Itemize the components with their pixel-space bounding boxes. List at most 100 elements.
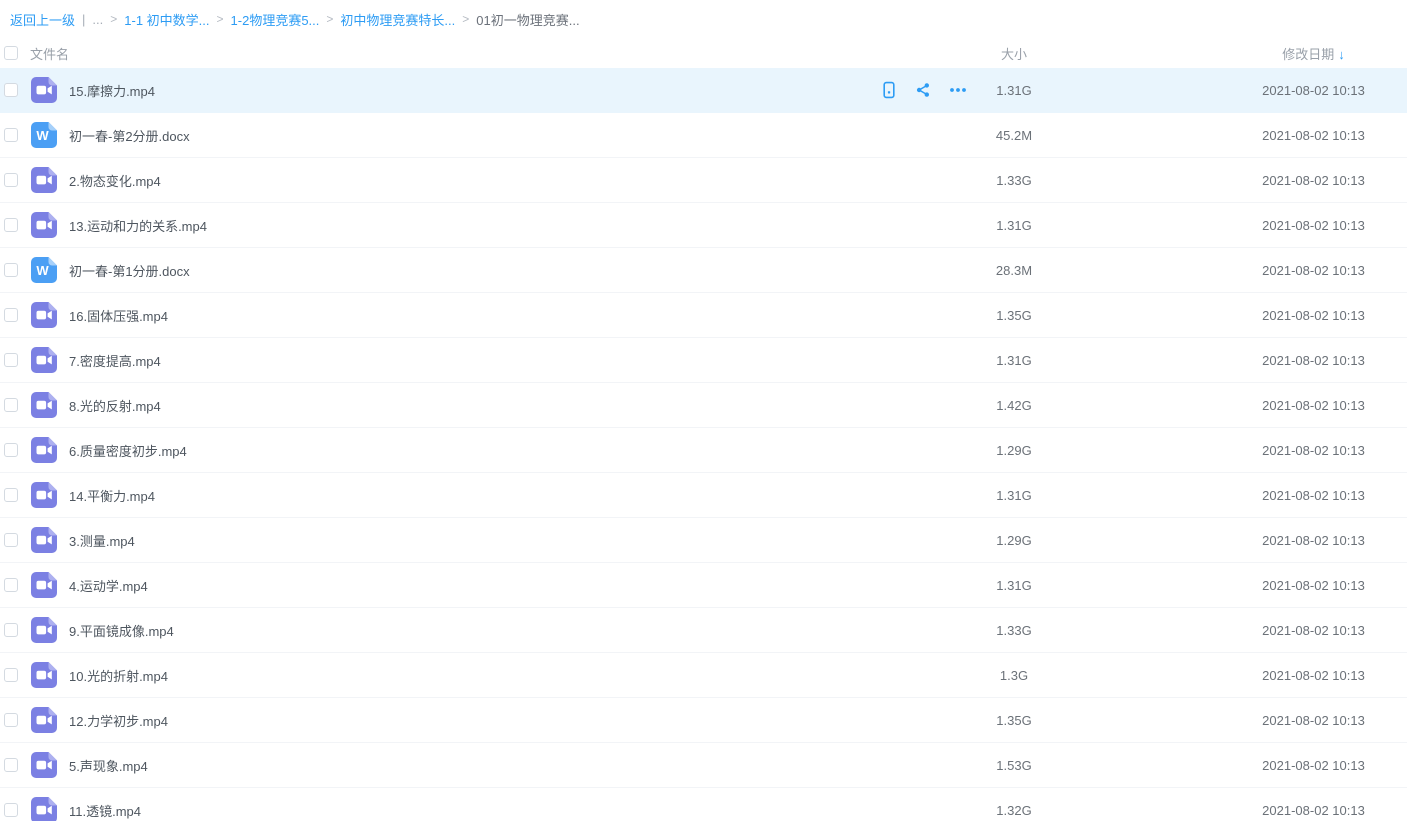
table-row[interactable]: W 4.运动学.mp4 bbox=[0, 563, 1407, 608]
table-row[interactable]: W 2.物态变化.mp4 bbox=[0, 158, 1407, 203]
row-checkbox[interactable] bbox=[4, 803, 18, 817]
video-file-icon bbox=[31, 482, 57, 508]
file-date: 2021-08-02 10:13 bbox=[1262, 712, 1365, 728]
file-size: 1.42G bbox=[996, 397, 1032, 413]
file-name-link[interactable]: 5.声现象.mp4 bbox=[69, 756, 148, 775]
file-size: 45.2M bbox=[995, 127, 1033, 143]
breadcrumb-separator: > bbox=[462, 12, 470, 26]
file-name-link[interactable]: 3.测量.mp4 bbox=[69, 531, 135, 550]
row-checkbox[interactable] bbox=[4, 173, 18, 187]
file-name-link[interactable]: 7.密度提高.mp4 bbox=[69, 351, 161, 370]
row-checkbox[interactable] bbox=[4, 668, 18, 682]
row-checkbox[interactable] bbox=[4, 218, 18, 232]
table-row[interactable]: W 初一春-第2分册.docx 45.2M 2021-08-02 10:13 bbox=[0, 113, 1407, 158]
file-name-link[interactable]: 13.运动和力的关系.mp4 bbox=[69, 216, 207, 235]
table-row[interactable]: W 10.光的折射.mp4 bbox=[0, 653, 1407, 698]
row-checkbox[interactable] bbox=[4, 128, 18, 142]
file-date: 2021-08-02 10:13 bbox=[1262, 487, 1365, 503]
file-date: 2021-08-02 10:13 bbox=[1262, 262, 1365, 278]
video-file-icon bbox=[31, 77, 57, 103]
file-name-link[interactable]: 初一春-第2分册.docx bbox=[69, 126, 190, 145]
file-date: 2021-08-02 10:13 bbox=[1262, 352, 1365, 368]
breadcrumb-link-2[interactable]: 1-2物理竞赛5... bbox=[231, 10, 320, 29]
back-to-parent-link[interactable]: 返回上一级 bbox=[10, 10, 75, 29]
device-icon bbox=[883, 81, 895, 99]
file-name-link[interactable]: 8.光的反射.mp4 bbox=[69, 396, 161, 415]
file-date: 2021-08-02 10:13 bbox=[1262, 172, 1365, 188]
share-icon bbox=[916, 83, 929, 97]
file-name-link[interactable]: 14.平衡力.mp4 bbox=[69, 486, 155, 505]
file-name-link[interactable]: 4.运动学.mp4 bbox=[69, 576, 148, 595]
file-name-link[interactable]: 10.光的折射.mp4 bbox=[69, 666, 168, 685]
file-size: 1.29G bbox=[996, 532, 1032, 548]
file-name-link[interactable]: 12.力学初步.mp4 bbox=[69, 711, 168, 730]
table-row[interactable]: W 9.平面镜成像.mp4 bbox=[0, 608, 1407, 653]
row-checkbox[interactable] bbox=[4, 398, 18, 412]
video-file-icon bbox=[31, 437, 57, 463]
file-name-link[interactable]: 6.质量密度初步.mp4 bbox=[69, 441, 187, 460]
file-date: 2021-08-02 10:13 bbox=[1262, 397, 1365, 413]
more-actions-button[interactable] bbox=[948, 81, 968, 99]
file-size: 1.32G bbox=[996, 802, 1032, 818]
video-file-icon bbox=[31, 707, 57, 733]
table-row[interactable]: W 7.密度提高.mp4 bbox=[0, 338, 1407, 383]
table-row[interactable]: W 15.摩擦力.mp4 bbox=[0, 68, 1407, 113]
row-checkbox[interactable] bbox=[4, 263, 18, 277]
send-to-device-button[interactable] bbox=[880, 81, 898, 99]
row-checkbox[interactable] bbox=[4, 83, 18, 97]
column-header-filename: 文件名 bbox=[30, 46, 70, 62]
breadcrumb-ellipsis[interactable]: ... bbox=[92, 12, 103, 27]
file-name-link[interactable]: 16.固体压强.mp4 bbox=[69, 306, 168, 325]
file-size: 1.3G bbox=[999, 667, 1029, 683]
file-name-link[interactable]: 9.平面镜成像.mp4 bbox=[69, 621, 174, 640]
more-icon bbox=[950, 88, 966, 92]
row-hover-actions bbox=[880, 81, 972, 99]
table-row[interactable]: W 11.透镜.mp4 bbox=[0, 788, 1407, 821]
file-size: 1.33G bbox=[996, 172, 1032, 188]
file-name-link[interactable]: 初一春-第1分册.docx bbox=[69, 261, 190, 280]
row-checkbox[interactable] bbox=[4, 623, 18, 637]
file-date: 2021-08-02 10:13 bbox=[1262, 802, 1365, 818]
file-name-link[interactable]: 11.透镜.mp4 bbox=[69, 801, 141, 820]
row-checkbox[interactable] bbox=[4, 353, 18, 367]
file-size: 28.3M bbox=[995, 262, 1033, 278]
row-checkbox[interactable] bbox=[4, 713, 18, 727]
file-size: 1.33G bbox=[996, 622, 1032, 638]
table-row[interactable]: W 12.力学初步.mp4 bbox=[0, 698, 1407, 743]
video-file-icon bbox=[31, 212, 57, 238]
row-checkbox[interactable] bbox=[4, 533, 18, 547]
file-date: 2021-08-02 10:13 bbox=[1262, 82, 1365, 98]
row-checkbox[interactable] bbox=[4, 443, 18, 457]
breadcrumb-separator: > bbox=[110, 12, 118, 26]
table-row[interactable]: W 6.质量密度初步.mp4 bbox=[0, 428, 1407, 473]
select-all-checkbox[interactable] bbox=[4, 46, 18, 60]
row-checkbox[interactable] bbox=[4, 308, 18, 322]
video-file-icon bbox=[31, 347, 57, 373]
share-button[interactable] bbox=[914, 81, 932, 99]
table-row[interactable]: W 14.平衡力.mp4 bbox=[0, 473, 1407, 518]
breadcrumb-link-1[interactable]: 1-1 初中数学... bbox=[124, 10, 209, 29]
video-file-icon bbox=[31, 572, 57, 598]
table-row[interactable]: W 16.固体压强.mp4 bbox=[0, 293, 1407, 338]
sort-descending-icon[interactable]: ↓ bbox=[1338, 47, 1345, 62]
table-row[interactable]: W 初一春-第1分册.docx 28.3M 2021-08-02 10:13 bbox=[0, 248, 1407, 293]
file-name-link[interactable]: 15.摩擦力.mp4 bbox=[69, 81, 155, 100]
video-file-icon bbox=[31, 617, 57, 643]
file-size: 1.53G bbox=[996, 757, 1032, 773]
table-row[interactable]: W 13.运动和力的关系.mp4 bbox=[0, 203, 1407, 248]
table-row[interactable]: W 3.测量.mp4 bbox=[0, 518, 1407, 563]
row-checkbox[interactable] bbox=[4, 488, 18, 502]
file-date: 2021-08-02 10:13 bbox=[1262, 667, 1365, 683]
breadcrumb-separator: > bbox=[216, 12, 224, 26]
column-header-size: 大小 bbox=[1000, 46, 1027, 62]
video-file-icon bbox=[31, 167, 57, 193]
video-file-icon bbox=[31, 527, 57, 553]
breadcrumb-divider: | bbox=[82, 11, 86, 27]
column-header-date[interactable]: 修改日期 ↓ bbox=[1220, 44, 1407, 63]
file-name-link[interactable]: 2.物态变化.mp4 bbox=[69, 171, 161, 190]
row-checkbox[interactable] bbox=[4, 758, 18, 772]
table-row[interactable]: W 8.光的反射.mp4 bbox=[0, 383, 1407, 428]
table-row[interactable]: W 5.声现象.mp4 bbox=[0, 743, 1407, 788]
breadcrumb-link-3[interactable]: 初中物理竞赛特长... bbox=[340, 10, 455, 29]
row-checkbox[interactable] bbox=[4, 578, 18, 592]
